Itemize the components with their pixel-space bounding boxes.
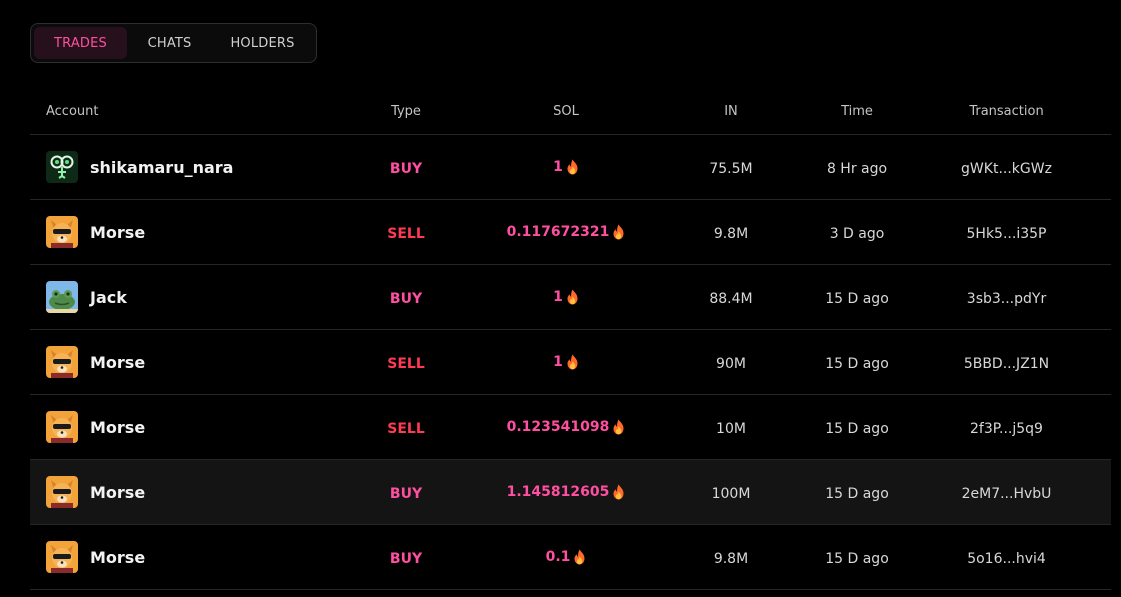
token-in-amount: 10M [716,420,746,437]
trade-time: 15 D ago [825,550,889,567]
trade-type: SELL [387,355,425,372]
sol-amount: 0.1 [545,549,571,565]
trade-type: BUY [389,550,423,567]
sol-cell: 0.1 [482,549,650,565]
flame-icon [567,159,578,175]
col-sol-header: SOL [553,103,579,119]
transaction-link[interactable]: 3sb3...pdYr [967,291,1046,307]
dog-avatar[interactable] [46,541,78,573]
transaction-link[interactable]: 2f3P...j5q9 [970,421,1043,437]
account-cell[interactable]: Jack [30,281,330,313]
flame-icon [574,549,585,565]
tab-holders[interactable]: HOLDERS [212,27,313,59]
table-row[interactable]: Jack BUY 1 88.4M 15 D ago 3sb3...pdYr [30,265,1111,330]
token-in-amount: 75.5M [709,160,753,177]
account-cell[interactable]: Morse [30,411,330,443]
trade-time: 8 Hr ago [826,160,888,177]
table-row[interactable]: Morse BUY 0.1 9.8M 15 D ago 5o16...hvi4 [30,525,1111,590]
transaction-link[interactable]: 5o16...hvi4 [967,551,1046,567]
sol-cell: 0.123541098 [482,419,650,435]
account-name[interactable]: Jack [90,288,127,307]
trade-time: 15 D ago [825,485,889,502]
trade-type: BUY [389,290,423,307]
dog-avatar[interactable] [46,411,78,443]
trade-type: BUY [389,485,423,502]
transaction-link[interactable]: gWKt...kGWz [961,161,1052,177]
sol-amount: 1.145812605 [506,484,610,500]
account-name[interactable]: shikamaru_nara [90,158,233,177]
trade-time: 15 D ago [825,290,889,307]
account-cell[interactable]: Morse [30,476,330,508]
account-name[interactable]: Morse [90,418,145,437]
sol-cell: 1 [482,354,650,370]
sol-amount: 1 [553,354,563,370]
flame-icon [613,419,624,435]
sol-cell: 1 [482,289,650,305]
trades-table: Account Type SOL IN Time Transaction shi… [30,88,1111,590]
trade-type: SELL [387,420,425,437]
token-in-amount: 9.8M [713,225,749,242]
dog-avatar[interactable] [46,216,78,248]
flame-icon [567,289,578,305]
col-in-header: IN [724,103,738,119]
table-row[interactable]: Morse SELL 0.117672321 9.8M 3 D ago 5Hk5… [30,200,1111,265]
table-row[interactable]: shikamaru_nara BUY 1 75.5M 8 Hr ago gWKt… [30,135,1111,200]
table-row[interactable]: Morse SELL 1 90M 15 D ago 5BBD...JZ1N [30,330,1111,395]
frog-avatar[interactable] [46,281,78,313]
trade-time: 3 D ago [829,225,885,242]
flame-icon [567,354,578,370]
table-body: shikamaru_nara BUY 1 75.5M 8 Hr ago gWKt… [30,135,1111,590]
table-header: Account Type SOL IN Time Transaction [30,88,1111,135]
flame-icon [613,224,624,240]
dog-avatar[interactable] [46,346,78,378]
sol-amount: 0.123541098 [506,419,610,435]
col-type-header: Type [391,103,421,119]
col-account-header: Account [46,103,99,119]
account-cell[interactable]: shikamaru_nara [30,151,330,183]
col-transaction-header: Transaction [969,103,1044,119]
tab-chats[interactable]: CHATS [129,27,210,59]
sol-amount: 1 [553,289,563,305]
sol-cell: 1.145812605 [482,484,650,500]
account-name[interactable]: Morse [90,483,145,502]
trade-time: 15 D ago [825,355,889,372]
table-row[interactable]: Morse BUY 1.145812605 100M 15 D ago 2eM7… [30,460,1111,525]
tab-bar: TRADES CHATS HOLDERS [30,23,317,63]
token-in-amount: 90M [716,355,746,372]
account-name[interactable]: Morse [90,223,145,242]
tab-trades[interactable]: TRADES [34,27,127,59]
account-name[interactable]: Morse [90,548,145,567]
token-in-amount: 88.4M [709,290,753,307]
account-cell[interactable]: Morse [30,541,330,573]
cartoon-avatar[interactable] [46,151,78,183]
trade-time: 15 D ago [825,420,889,437]
sol-cell: 0.117672321 [482,224,650,240]
trade-type: BUY [389,160,423,177]
transaction-link[interactable]: 5Hk5...i35P [967,226,1047,242]
trade-type: SELL [387,225,425,242]
token-in-amount: 100M [711,485,751,502]
col-time-header: Time [841,103,873,119]
table-row[interactable]: Morse SELL 0.123541098 10M 15 D ago 2f3P… [30,395,1111,460]
sol-amount: 1 [553,159,563,175]
transaction-link[interactable]: 5BBD...JZ1N [964,356,1049,372]
flame-icon [613,484,624,500]
dog-avatar[interactable] [46,476,78,508]
account-cell[interactable]: Morse [30,216,330,248]
sol-cell: 1 [482,159,650,175]
sol-amount: 0.117672321 [506,224,610,240]
transaction-link[interactable]: 2eM7...HvbU [962,486,1052,502]
account-name[interactable]: Morse [90,353,145,372]
account-cell[interactable]: Morse [30,346,330,378]
token-in-amount: 9.8M [713,550,749,567]
